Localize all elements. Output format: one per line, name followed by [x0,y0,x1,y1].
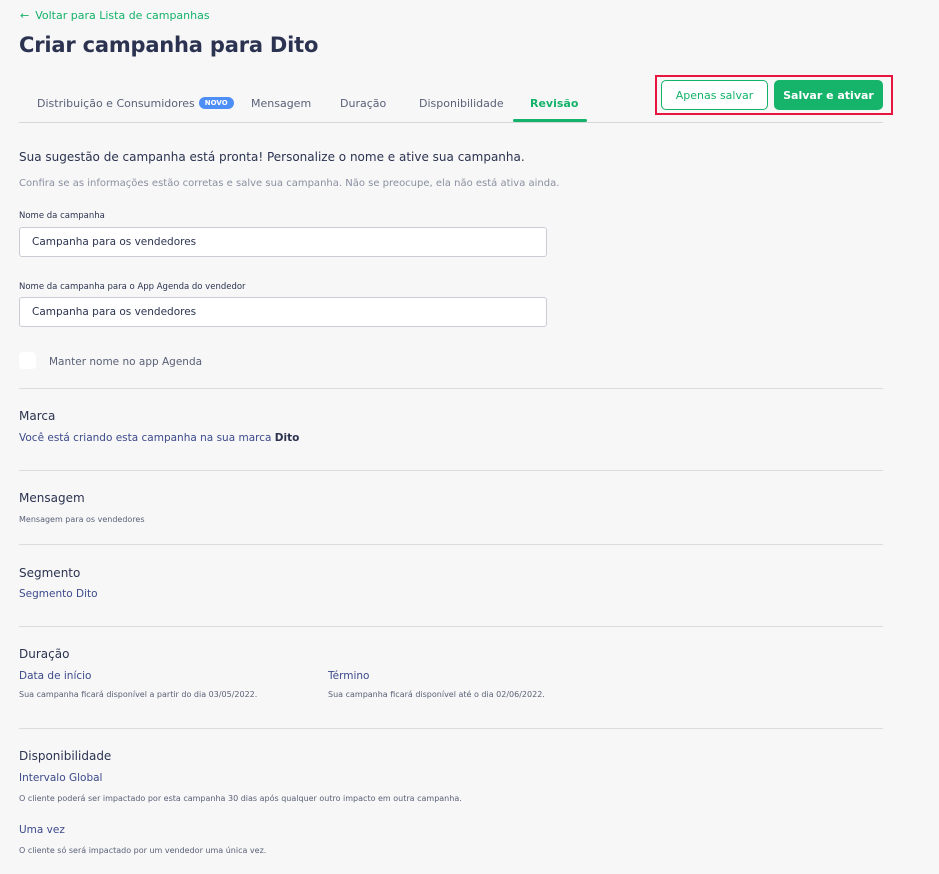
tab-duration[interactable]: Duração [340,97,386,110]
back-to-campaigns-link[interactable]: ← Voltar para Lista de campanhas [20,9,210,22]
keep-name-label: Manter nome no app Agenda [49,356,203,368]
new-badge: NOVO [198,97,234,109]
brand-section-title: Marca [19,409,56,423]
availability-global-text: O cliente poderá ser impactado por esta … [19,794,462,803]
availability-section-title: Disponibilidade [19,749,112,763]
tab-availability[interactable]: Disponibilidade [419,97,504,110]
review-subtext: Confira se as informações estão corretas… [19,178,560,189]
tab-review[interactable]: Revisão [530,97,578,110]
divider [19,470,883,471]
message-section-title: Mensagem [19,491,85,505]
brand-name: Dito [274,432,300,444]
page-title: Criar campanha para Dito [19,33,319,57]
divider [19,626,883,627]
duration-section-title: Duração [19,647,70,661]
availability-once-text: O cliente só será impactado por um vende… [19,846,267,855]
back-link-label: Voltar para Lista de campanhas [35,9,210,22]
campaign-name-label: Nome da campanha [19,211,105,221]
message-section-text: Mensagem para os vendedores [19,515,145,524]
agenda-name-input[interactable]: Campanha para os vendedores [19,297,547,327]
brand-text: Você está criando esta campanha na sua m… [19,432,272,444]
divider [19,388,883,389]
active-tab-indicator [513,119,587,122]
segment-section-title: Segmento [19,566,81,580]
tab-distribution[interactable]: Distribuição e Consumidores NOVO [37,97,234,110]
tab-message[interactable]: Mensagem [251,97,311,110]
segment-section-text: Segmento Dito [19,588,98,600]
availability-global-label: Intervalo Global [19,772,103,784]
save-and-activate-button[interactable]: Salvar e ativar [774,80,883,110]
arrow-left-icon: ← [20,9,30,22]
duration-start-label: Data de início [19,670,92,682]
divider [19,728,883,729]
keep-name-checkbox[interactable] [19,352,36,369]
divider [19,544,883,545]
duration-end-label: Término [328,670,370,682]
campaign-name-input[interactable]: Campanha para os vendedores [19,227,547,257]
agenda-name-label: Nome da campanha para o App Agenda do ve… [19,282,246,292]
availability-once-label: Uma vez [19,824,65,836]
review-heading: Sua sugestão de campanha está pronta! Pe… [19,150,525,164]
brand-section-text: Você está criando esta campanha na sua m… [19,432,299,444]
save-only-button[interactable]: Apenas salvar [661,80,768,110]
duration-end-text: Sua campanha ficará disponível até o dia… [328,690,545,699]
duration-start-text: Sua campanha ficará disponível a partir … [19,690,258,699]
tab-distribution-label: Distribuição e Consumidores [37,97,195,110]
